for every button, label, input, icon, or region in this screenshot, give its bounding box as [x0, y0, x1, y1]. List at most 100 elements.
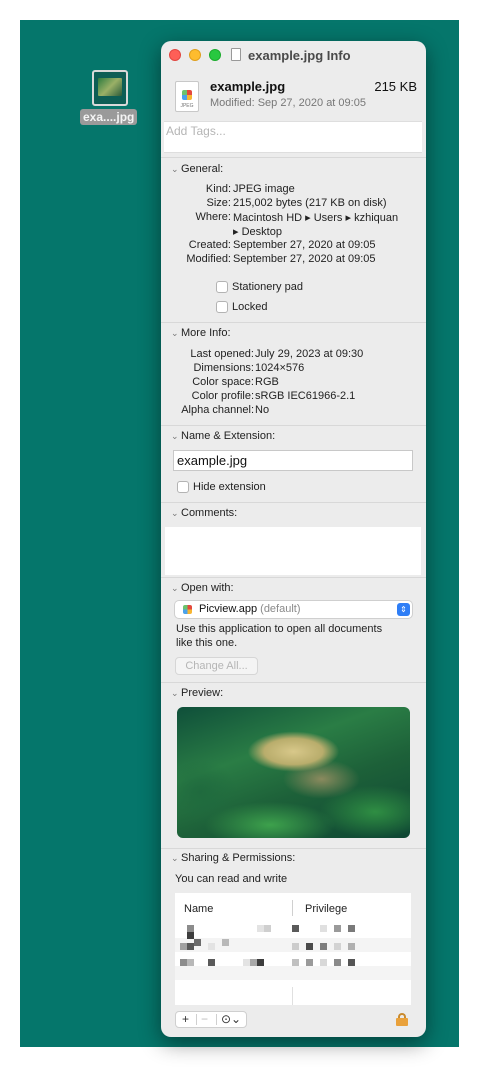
- divider: [161, 682, 426, 683]
- redacted-pixel: [292, 925, 299, 932]
- section-name-extension-header[interactable]: ⌄ Name & Extension:: [171, 430, 275, 442]
- divider: [161, 502, 426, 503]
- add-permission-button[interactable]: +: [182, 1012, 189, 1027]
- divider: [161, 848, 426, 849]
- permissions-toolbar: + − ⊙⌄: [175, 1011, 247, 1028]
- general-size-value: 215,002 bytes (217 KB on disk): [233, 197, 387, 209]
- desktop-file-label[interactable]: exa....jpg: [80, 109, 138, 125]
- redacted-pixel: [250, 959, 257, 966]
- redacted-pixel: [292, 959, 299, 966]
- divider: [161, 425, 426, 426]
- redacted-pixel: [334, 959, 341, 966]
- chevron-down-icon: ⌄: [171, 508, 179, 518]
- column-divider: [292, 987, 293, 1005]
- redacted-pixel: [320, 943, 327, 950]
- redacted-pixel: [187, 943, 194, 950]
- section-more-info-header[interactable]: ⌄ More Info:: [171, 327, 231, 339]
- general-modified-label: Modified:: [186, 253, 231, 265]
- redacted-pixel: [243, 959, 250, 966]
- close-button[interactable]: [169, 49, 181, 61]
- table-row[interactable]: [175, 966, 411, 980]
- comments-field[interactable]: [165, 527, 421, 575]
- popup-stepper-icon: ⇕: [397, 603, 410, 616]
- section-sharing-header[interactable]: ⌄ Sharing & Permissions:: [171, 852, 295, 864]
- color-profile-value: sRGB IEC61966-2.1: [255, 390, 356, 402]
- redacted-pixel: [292, 943, 299, 950]
- redacted-pixel: [264, 925, 271, 932]
- remove-permission-button[interactable]: −: [201, 1012, 208, 1027]
- app-default: (default): [260, 603, 301, 615]
- locked-label: Locked: [232, 301, 268, 313]
- general-modified-value: September 27, 2020 at 09:05: [233, 253, 376, 265]
- divider: [161, 577, 426, 578]
- last-opened-label: Last opened:: [190, 348, 254, 360]
- file-ext-label: JPEG: [180, 103, 194, 109]
- section-open-with-header[interactable]: ⌄ Open with:: [171, 582, 234, 594]
- chevron-down-icon: ⌄: [171, 431, 179, 441]
- lock-icon[interactable]: [396, 1013, 408, 1026]
- redacted-pixel: [257, 925, 264, 932]
- redacted-pixel: [348, 943, 355, 950]
- jpeg-file-icon: JPEG: [175, 81, 199, 112]
- section-comments-header[interactable]: ⌄ Comments:: [171, 507, 237, 519]
- redacted-pixel: [187, 932, 194, 939]
- redacted-pixel: [194, 939, 201, 946]
- document-icon: [231, 48, 241, 61]
- image-preview: [177, 707, 410, 838]
- redacted-pixel: [180, 959, 187, 966]
- action-menu-button[interactable]: ⊙⌄: [221, 1012, 241, 1027]
- modified-summary: Modified: Sep 27, 2020 at 09:05: [210, 97, 366, 109]
- column-divider: [292, 900, 293, 916]
- general-kind-label: Kind:: [205, 183, 231, 195]
- hide-extension-checkbox[interactable]: [177, 481, 189, 493]
- redacted-pixel: [208, 959, 215, 966]
- section-general-header[interactable]: ⌄ General:: [171, 163, 223, 175]
- redacted-pixel: [348, 925, 355, 932]
- zoom-button[interactable]: [209, 49, 221, 61]
- general-kind-value: JPEG image: [233, 183, 295, 195]
- color-space-value: RGB: [255, 376, 279, 388]
- toolbar-divider: [216, 1014, 217, 1025]
- minimize-button[interactable]: [189, 49, 201, 61]
- info-window: example.jpg Info JPEG example.jpg 215 KB…: [161, 41, 426, 1037]
- alpha-channel-label: Alpha channel:: [181, 404, 254, 416]
- app-name: Picview.app: [199, 603, 258, 615]
- color-profile-label: Color profile:: [191, 390, 254, 402]
- col-name-header[interactable]: Name: [184, 903, 213, 915]
- toolbar-divider: [196, 1014, 197, 1025]
- name-field[interactable]: example.jpg: [173, 450, 413, 471]
- image-icon: [182, 90, 192, 100]
- hide-extension-label: Hide extension: [193, 481, 266, 493]
- sharing-summary: You can read and write: [175, 873, 288, 885]
- stationery-pad-checkbox[interactable]: [216, 281, 228, 293]
- chevron-down-icon: ⌄: [171, 853, 179, 863]
- desktop-file-icon[interactable]: [92, 70, 128, 106]
- open-with-description-1: Use this application to open all documen…: [176, 623, 383, 635]
- stationery-pad-label: Stationery pad: [232, 281, 303, 293]
- redacted-pixel: [320, 959, 327, 966]
- chevron-down-icon: ⌄: [171, 583, 179, 593]
- color-space-label: Color space:: [192, 376, 254, 388]
- last-opened-value: July 29, 2023 at 09:30: [255, 348, 364, 360]
- chevron-down-icon: ⌄: [171, 328, 179, 338]
- open-with-popup[interactable]: Picview.app (default) ⇕: [175, 601, 412, 618]
- redacted-pixel: [208, 943, 215, 950]
- tags-field[interactable]: Add Tags...: [164, 121, 422, 153]
- redacted-pixel: [348, 959, 355, 966]
- chevron-down-icon: ⌄: [171, 164, 179, 174]
- change-all-button[interactable]: Change All...: [175, 657, 258, 675]
- file-name: example.jpg: [210, 79, 286, 94]
- permissions-table[interactable]: Name Privilege: [175, 893, 411, 1005]
- alpha-channel-value: No: [255, 404, 270, 416]
- col-privilege-header[interactable]: Privilege: [305, 903, 347, 915]
- chevron-down-icon: ⌄: [171, 688, 179, 698]
- dimensions-label: Dimensions:: [193, 362, 254, 374]
- section-preview-header[interactable]: ⌄ Preview:: [171, 687, 223, 699]
- picview-app-icon: [183, 605, 192, 614]
- redacted-pixel: [187, 925, 194, 932]
- image-thumbnail-icon: [98, 78, 122, 96]
- title-bar[interactable]: example.jpg Info: [161, 41, 426, 69]
- general-where-value: Macintosh HD ▸ Users ▸ kzhiquan: [233, 212, 399, 224]
- redacted-pixel: [334, 925, 341, 932]
- locked-checkbox[interactable]: [216, 301, 228, 313]
